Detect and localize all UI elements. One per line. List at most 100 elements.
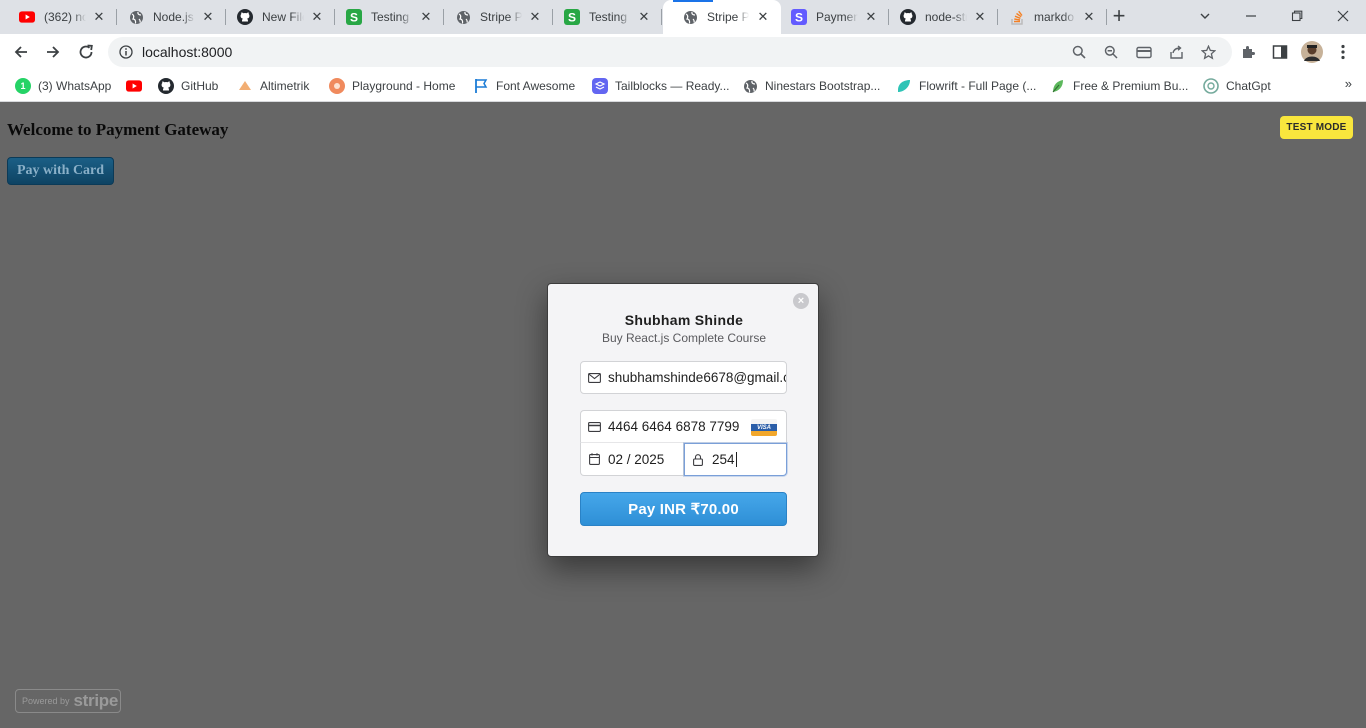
close-tab-icon[interactable]: ✕ bbox=[527, 9, 543, 25]
pay-button[interactable]: Pay INR ₹70.00 bbox=[580, 492, 787, 526]
playground-icon bbox=[329, 78, 345, 94]
bookmark-star-icon[interactable] bbox=[1197, 41, 1219, 63]
github-icon bbox=[900, 9, 916, 25]
bookmark-label: (3) WhatsApp bbox=[38, 79, 112, 93]
close-tab-icon[interactable]: ✕ bbox=[418, 9, 434, 25]
close-tab-icon[interactable]: ✕ bbox=[755, 9, 771, 25]
browser-tab[interactable]: S Testing ✕ bbox=[327, 0, 444, 34]
browser-tab[interactable]: S Payment ✕ bbox=[772, 0, 889, 34]
leaf-icon bbox=[1050, 78, 1066, 94]
stripe-s-icon: S bbox=[346, 9, 362, 25]
bookmark-item[interactable]: Playground - Home bbox=[329, 76, 455, 96]
tailblocks-icon bbox=[592, 78, 608, 94]
tab-title: Testing bbox=[371, 10, 410, 24]
browser-tab[interactable]: Stripe Pa ✕ bbox=[663, 0, 781, 34]
zoom-out-icon[interactable] bbox=[1100, 41, 1122, 63]
email-field[interactable]: shubhamshinde6678@gmail.com bbox=[580, 361, 787, 394]
side-panel-icon[interactable] bbox=[1268, 40, 1292, 64]
browser-tab[interactable]: S Testing ✕ bbox=[545, 0, 662, 34]
close-tab-icon[interactable]: ✕ bbox=[972, 9, 988, 25]
svg-text:S: S bbox=[350, 10, 358, 24]
bookmark-item[interactable]: Ninestars Bootstrap... bbox=[742, 76, 880, 96]
close-tab-icon[interactable]: ✕ bbox=[309, 9, 325, 25]
pay-with-card-button[interactable]: Pay with Card bbox=[7, 157, 114, 185]
bookmark-item[interactable]: GitHub bbox=[158, 76, 218, 96]
whatsapp-icon: 1 bbox=[15, 78, 31, 94]
calendar-icon bbox=[587, 452, 601, 466]
flowrift-icon bbox=[896, 78, 912, 94]
minimize-button[interactable] bbox=[1228, 0, 1274, 32]
stripe-logo: stripe bbox=[73, 691, 119, 710]
browser-tab[interactable]: (362) no ✕ bbox=[0, 0, 117, 34]
browser-tab[interactable]: Stripe Pa ✕ bbox=[436, 0, 553, 34]
bookmark-label: Ninestars Bootstrap... bbox=[765, 79, 881, 93]
stripe-icon: S bbox=[791, 9, 807, 25]
bookmark-label: ChatGpt bbox=[1226, 79, 1271, 93]
svg-text:S: S bbox=[568, 10, 576, 24]
bookmark-item[interactable]: ChatGpt bbox=[1203, 76, 1271, 96]
stackoverflow-icon bbox=[1009, 9, 1025, 25]
tab-title: Testing bbox=[589, 10, 628, 24]
browser-tab[interactable]: New File ✕ bbox=[218, 0, 335, 34]
more-bookmarks-icon[interactable]: » bbox=[1345, 76, 1352, 91]
close-window-button[interactable] bbox=[1320, 0, 1366, 32]
chatgpt-icon bbox=[1203, 78, 1219, 94]
tab-title: New File bbox=[262, 10, 304, 24]
share-icon[interactable] bbox=[1165, 41, 1187, 63]
extensions-icon[interactable] bbox=[1236, 40, 1260, 64]
profile-avatar[interactable] bbox=[1300, 40, 1324, 64]
close-tab-icon[interactable]: ✕ bbox=[91, 9, 107, 25]
search-icon[interactable] bbox=[1068, 41, 1090, 63]
bookmark-label: Flowrift - Full Page (... bbox=[919, 79, 1037, 93]
card-number-field[interactable]: 4464 6464 6878 7799 VISA bbox=[580, 410, 787, 443]
powered-by-stripe-badge[interactable]: Powered by stripe bbox=[15, 689, 121, 713]
tab-loading-indicator bbox=[673, 0, 713, 2]
bookmark-item[interactable] bbox=[126, 76, 149, 96]
bookmark-label: Font Awesome bbox=[496, 79, 576, 93]
tab-title: Payment bbox=[816, 10, 858, 24]
browser-tab[interactable]: Node.js ✕ bbox=[109, 0, 226, 34]
address-bar[interactable]: localhost:8000 bbox=[108, 37, 1232, 67]
tab-strip: (362) no✕Node.js✕New File✕STesting✕Strip… bbox=[0, 0, 1366, 34]
restore-button[interactable] bbox=[1274, 0, 1320, 32]
browser-tab[interactable]: node-str ✕ bbox=[881, 0, 998, 34]
merchant-name: Shubham Shinde bbox=[624, 312, 744, 328]
card-payment-icon[interactable] bbox=[1133, 41, 1155, 63]
new-tab-button[interactable]: + bbox=[1106, 5, 1132, 29]
stripe-s-icon: S bbox=[564, 9, 580, 25]
bookmark-item[interactable]: Altimetrik bbox=[237, 76, 309, 96]
bookmark-item[interactable]: Free & Premium Bu... bbox=[1050, 76, 1188, 96]
site-info-icon[interactable] bbox=[118, 44, 134, 60]
bookmark-label: Playground - Home bbox=[352, 79, 456, 93]
bookmark-item[interactable]: Flowrift - Full Page (... bbox=[896, 76, 1036, 96]
close-modal-icon[interactable]: × bbox=[793, 293, 809, 309]
bookmarks-bar: 1 (3) WhatsApp GitHub Altimetrik Playground … bbox=[0, 70, 1366, 102]
close-tab-icon[interactable]: ✕ bbox=[863, 9, 879, 25]
bookmark-item[interactable]: 1 (3) WhatsApp bbox=[15, 76, 111, 96]
credit-card-icon bbox=[587, 420, 601, 434]
close-tab-icon[interactable]: ✕ bbox=[200, 9, 216, 25]
browser-toolbar: localhost:8000 bbox=[0, 34, 1366, 70]
github-icon bbox=[158, 78, 174, 94]
forward-button[interactable] bbox=[41, 40, 65, 64]
bookmark-item[interactable]: Tailblocks — Ready... bbox=[592, 76, 730, 96]
close-tab-icon[interactable]: ✕ bbox=[1081, 9, 1097, 25]
browser-menu-icon[interactable] bbox=[1331, 40, 1355, 64]
expiry-value: 02 / 2025 bbox=[608, 451, 665, 467]
tab-title: (362) no bbox=[44, 10, 86, 24]
tab-search-button[interactable] bbox=[1182, 0, 1228, 32]
close-tab-icon[interactable]: ✕ bbox=[636, 9, 652, 25]
reload-button[interactable] bbox=[74, 40, 98, 64]
cvc-field[interactable]: 254 bbox=[684, 443, 787, 476]
bookmark-item[interactable]: Font Awesome bbox=[473, 76, 575, 96]
url-text[interactable]: localhost:8000 bbox=[142, 44, 232, 60]
browser-tab[interactable]: markdo ✕ bbox=[990, 0, 1107, 34]
back-button[interactable] bbox=[9, 40, 33, 64]
test-mode-badge: TEST MODE bbox=[1280, 116, 1353, 139]
text-cursor bbox=[735, 452, 737, 467]
cvc-value: 254 bbox=[712, 452, 735, 467]
github-icon bbox=[237, 9, 253, 25]
expiry-field[interactable]: 02 / 2025 bbox=[580, 443, 684, 476]
email-value: shubhamshinde6678@gmail.com bbox=[608, 370, 786, 385]
svg-text:S: S bbox=[795, 10, 803, 24]
